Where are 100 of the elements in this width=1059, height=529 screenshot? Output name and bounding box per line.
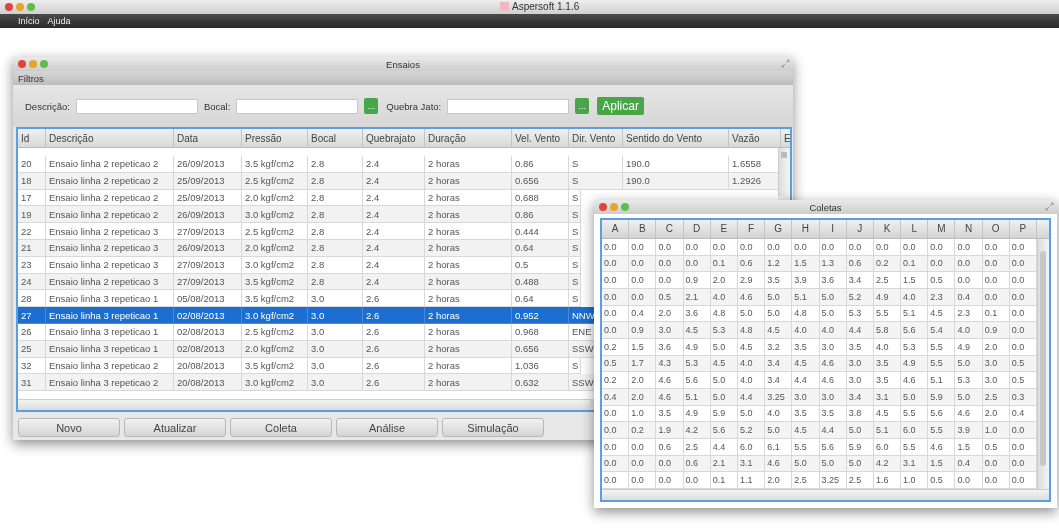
- table-cell: 4.9: [873, 288, 902, 306]
- column-header[interactable]: Descrição: [46, 129, 174, 147]
- close-button[interactable]: [18, 60, 26, 68]
- table-row[interactable]: 20 Ensaio linha 2 repeticao 2 26/09/2013 3.5 kgf/cm2 2.8 2.4 2 horas 0.86 S 190.0 1.6558: [18, 156, 779, 173]
- table-cell: 2 horas: [425, 374, 512, 392]
- table-cell: 0.0: [737, 239, 766, 256]
- table-cell: 1.5: [901, 272, 929, 289]
- column-header[interactable]: I: [819, 220, 847, 238]
- column-header[interactable]: Id: [18, 129, 46, 147]
- table-cell: 0.0: [765, 239, 793, 256]
- input-field[interactable]: [236, 98, 359, 114]
- minimize-button[interactable]: [29, 60, 37, 68]
- table-cell: 0.0: [602, 288, 630, 306]
- table-cell: 0.0: [792, 239, 820, 256]
- zoom-button[interactable]: [27, 3, 35, 11]
- column-header[interactable]: Sentido do Vento: [623, 129, 729, 147]
- column-header[interactable]: P: [1009, 220, 1037, 238]
- table-cell: 3.9: [792, 272, 820, 289]
- table-cell: 0.4: [955, 288, 983, 306]
- table-cell: 5.6: [710, 422, 738, 439]
- resize-icon[interactable]: [1045, 202, 1054, 211]
- table-cell: 3.25: [819, 472, 847, 489]
- table-cell: 4.6: [819, 372, 847, 389]
- column-header[interactable]: J: [846, 220, 874, 238]
- column-header[interactable]: F: [737, 220, 766, 238]
- table-cell: 2.5: [792, 472, 820, 489]
- table-row[interactable]: 28 Ensaio linha 3 repeticao 1 05/08/2013 3.5 kgf/cm2 3.0 2.6 2 horas 0.64 S: [18, 290, 582, 308]
- column-header[interactable]: M: [928, 220, 956, 238]
- minimize-button[interactable]: [610, 203, 618, 211]
- table-cell: Ensaio linha 2 repeticao 2: [46, 156, 174, 173]
- vertical-scrollbar[interactable]: [1037, 239, 1049, 489]
- column-header[interactable]: G: [765, 220, 793, 238]
- column-header[interactable]: H: [792, 220, 820, 238]
- table-cell: 0.0: [683, 239, 711, 256]
- table-cell: 2.3: [928, 288, 956, 306]
- table-cell: 0.0: [629, 472, 657, 489]
- table-cell: 2 horas: [425, 240, 512, 257]
- input-field[interactable]: [447, 98, 570, 114]
- table-cell: 190.0: [623, 172, 729, 190]
- column-header[interactable]: Quebrajato: [363, 129, 425, 147]
- column-header[interactable]: Data: [174, 129, 242, 147]
- action-button[interactable]: Coleta: [230, 418, 332, 437]
- action-button[interactable]: Simulação: [442, 418, 544, 437]
- menu-item[interactable]: Ajuda: [47, 16, 71, 26]
- table-cell: 2.0 kgf/cm2: [242, 240, 308, 257]
- action-button[interactable]: Análise: [336, 418, 438, 437]
- table-cell: 2 horas: [425, 172, 512, 190]
- table-cell: 25: [18, 340, 46, 358]
- close-button[interactable]: [5, 3, 13, 11]
- column-header[interactable]: K: [873, 220, 902, 238]
- action-button[interactable]: Atualizar: [124, 418, 226, 437]
- table-cell: 0.0: [982, 472, 1010, 489]
- horizontal-scrollbar[interactable]: [602, 489, 1049, 500]
- input-field[interactable]: [75, 98, 198, 114]
- column-header[interactable]: E: [710, 220, 738, 238]
- column-header[interactable]: C: [656, 220, 684, 238]
- column-header[interactable]: Bocal: [308, 129, 363, 147]
- column-header[interactable]: A: [602, 220, 630, 238]
- column-header[interactable]: D: [683, 220, 711, 238]
- table-cell: 2 horas: [425, 256, 512, 274]
- horizontal-scrollbar[interactable]: [18, 399, 590, 410]
- table-cell: 2.8: [308, 240, 363, 257]
- vertical-scrollbar[interactable]: [778, 148, 790, 196]
- resize-icon[interactable]: [781, 59, 790, 68]
- table-cell: 0.952: [512, 307, 569, 324]
- table-cell: 3.5: [765, 272, 793, 289]
- column-header[interactable]: L: [901, 220, 929, 238]
- table-cell: 3.1: [873, 388, 902, 406]
- action-button[interactable]: Novo: [18, 418, 120, 437]
- app-icon: [500, 2, 509, 11]
- column-header[interactable]: N: [955, 220, 983, 238]
- table-cell: 3.0: [308, 340, 363, 358]
- close-button[interactable]: [599, 203, 607, 211]
- table-cell: 2.8: [308, 172, 363, 190]
- table-cell: 5.3: [901, 338, 929, 356]
- table-cell: 0.0: [982, 272, 1010, 289]
- zoom-button[interactable]: [621, 203, 629, 211]
- table-row[interactable]: 19 Ensaio linha 2 repeticao 2 26/09/2013 3.0 kgf/cm2 2.8 2.4 2 horas 0.86 S: [18, 206, 582, 224]
- table-row[interactable]: 22 Ensaio linha 2 repeticao 3 27/09/2013 2.5 kgf/cm2 2.8 2.4 2 horas 0.444 S: [18, 223, 582, 240]
- table-cell: 2.5: [982, 388, 1010, 406]
- table-cell: 2.0: [629, 372, 657, 389]
- column-header[interactable]: Vel. Vento: [512, 129, 569, 147]
- column-header[interactable]: Duração: [425, 129, 512, 147]
- column-header[interactable]: E: [781, 129, 790, 147]
- zoom-button[interactable]: [40, 60, 48, 68]
- table-cell: Ensaio linha 2 repeticao 3: [46, 223, 174, 240]
- table-cell: 5.0: [765, 288, 793, 306]
- column-header[interactable]: Vazão: [729, 129, 781, 147]
- column-header[interactable]: Pressão: [242, 129, 308, 147]
- table-cell: 5.6: [683, 372, 711, 389]
- table-row[interactable]: 31 Ensaio linha 3 repeticao 2 20/08/2013 3.0 kgf/cm2 3.0 2.6 2 horas 0.632 SSW: [18, 374, 597, 392]
- table-cell: 2.8: [308, 223, 363, 240]
- window-title: Ensaios: [386, 58, 420, 70]
- minimize-button[interactable]: [16, 3, 24, 11]
- table-cell: 6.1: [765, 438, 793, 456]
- menu-item[interactable]: Início: [18, 16, 40, 26]
- table-cell: 0.0: [602, 472, 630, 489]
- column-header[interactable]: Dir. Vento: [569, 129, 623, 147]
- column-header[interactable]: B: [629, 220, 657, 238]
- column-header[interactable]: O: [982, 220, 1010, 238]
